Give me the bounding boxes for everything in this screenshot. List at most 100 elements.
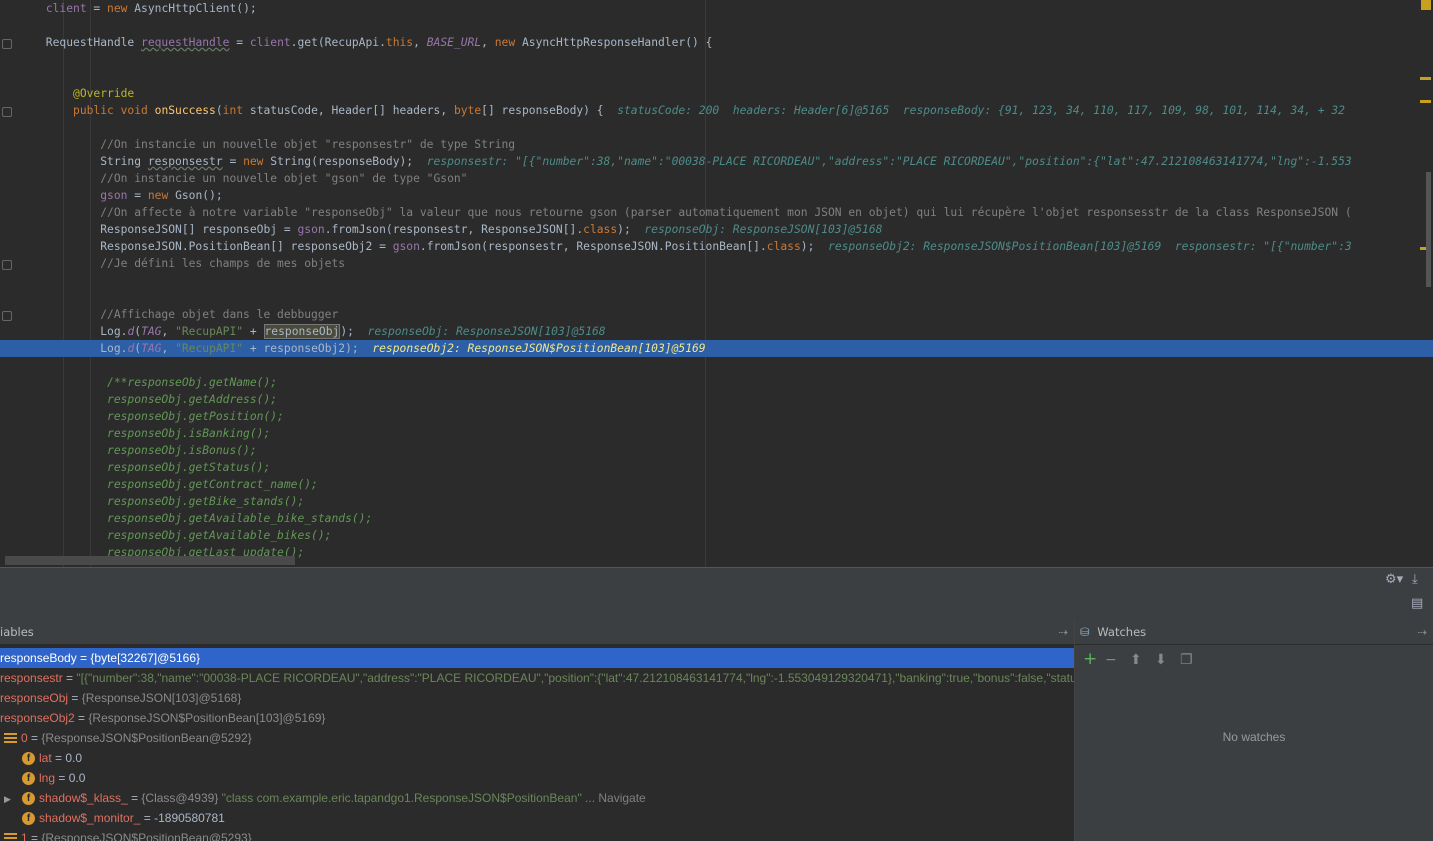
code-token: responseObj.getBike_stands(); <box>5 495 305 508</box>
code-line[interactable]: String responsestr = new String(response… <box>0 153 1433 170</box>
code-line[interactable]: responseObj.getAddress(); <box>0 391 1433 408</box>
code-token: , <box>481 36 495 49</box>
code-token: statusCode, Header[] headers, <box>249 104 454 117</box>
code-line[interactable]: //Affichage objet dans le debbugger <box>0 306 1433 323</box>
code-token: //On instancie un nouvelle objet "gson" … <box>5 172 468 185</box>
code-text: responseObj.isBanking(); <box>5 425 270 442</box>
code-line[interactable]: //On instancie un nouvelle objet "respon… <box>0 136 1433 153</box>
pin-icon[interactable]: ⇢ <box>1058 620 1068 644</box>
code-line[interactable]: ResponseJSON.PositionBean[] responseObj2… <box>0 238 1433 255</box>
variable-row[interactable]: 1 = {ResponseJSON$PositionBean@5293} <box>0 828 1074 841</box>
code-text: @Override <box>5 85 134 102</box>
variable-equals: = <box>55 771 69 785</box>
code-token: new <box>107 2 135 15</box>
code-line[interactable]: /**responseObj.getName(); <box>0 374 1433 391</box>
code-token: = <box>86 2 108 15</box>
code-token: ); <box>800 240 829 253</box>
code-editor[interactable]: client = new AsyncHttpClient(); RequestH… <box>0 0 1433 567</box>
fold-icon[interactable] <box>2 107 12 117</box>
code-token: + responseObj2); <box>243 342 373 355</box>
code-token: , <box>161 342 176 355</box>
code-token: AsyncHttpClient(); <box>134 2 257 15</box>
code-token: AsyncHttpResponseHandler() { <box>521 36 713 49</box>
code-text: public void onSuccess(int statusCode, He… <box>5 102 1345 119</box>
code-token: String(responseBody); <box>270 155 427 168</box>
code-line[interactable]: public void onSuccess(int statusCode, He… <box>0 102 1433 119</box>
inline-debug-value: statusCode: 200 headers: Header[6]@5165 … <box>617 104 1345 117</box>
code-token: new <box>243 155 271 168</box>
error-stripe-marker[interactable] <box>1420 77 1431 80</box>
move-up-icon[interactable]: ⬆ <box>1130 652 1142 668</box>
remove-watch-icon[interactable]: − <box>1105 652 1117 668</box>
code-line[interactable]: responseObj.getAvailable_bikes(); <box>0 527 1433 544</box>
code-token: gson <box>297 223 325 236</box>
code-line[interactable]: responseObj.getPosition(); <box>0 408 1433 425</box>
variable-row[interactable]: responseObj = {ResponseJSON[103]@5168} <box>0 688 1074 708</box>
hide-panel-icon[interactable]: ⤓ <box>1412 572 1418 587</box>
code-line[interactable]: responseObj.getStatus(); <box>0 459 1433 476</box>
fold-icon[interactable] <box>2 260 12 270</box>
code-token: = <box>229 36 250 49</box>
vertical-scrollbar[interactable] <box>1426 172 1431 287</box>
code-line[interactable]: @Override <box>0 85 1433 102</box>
code-line[interactable]: Log.d(TAG, "RecupAPI" + responseObj); re… <box>0 323 1433 340</box>
settings-gear-icon[interactable]: ⚙▾ <box>1385 572 1403 587</box>
fold-icon[interactable] <box>2 311 12 321</box>
error-stripe-marker[interactable] <box>1421 0 1431 10</box>
add-watch-icon[interactable]: + <box>1083 649 1097 669</box>
code-line[interactable]: //On instancie un nouvelle objet "gson" … <box>0 170 1433 187</box>
variable-row[interactable]: f shadow$_monitor_ = -1890580781 <box>0 808 1074 828</box>
variable-row[interactable]: f lat = 0.0 <box>0 748 1074 768</box>
code-line[interactable]: //On affecte à notre variable "responseO… <box>0 204 1433 221</box>
code-text: RequestHandle requestHandle = client.get… <box>5 34 713 51</box>
code-line[interactable]: responseObj.isBonus(); <box>0 442 1433 459</box>
code-token: "RecupAPI" <box>175 342 244 355</box>
code-token: //Affichage objet dans le debbugger <box>5 308 339 321</box>
variable-value: -1890580781 <box>154 811 225 825</box>
code-line[interactable]: responseObj.isBanking(); <box>0 425 1433 442</box>
code-line[interactable]: RequestHandle requestHandle = client.get… <box>0 34 1433 51</box>
variable-row[interactable]: responseBody = {byte[32267]@5166} <box>0 648 1074 668</box>
horizontal-scrollbar[interactable] <box>5 556 295 565</box>
restore-layout-icon[interactable]: ▤ <box>1411 596 1423 611</box>
code-text: //On instancie un nouvelle objet "gson" … <box>5 170 468 187</box>
code-token: gson <box>392 240 420 253</box>
watches-header: ⛁ Watches ⇢ <box>1075 620 1433 645</box>
code-line[interactable]: client = new AsyncHttpClient(); <box>0 0 1433 17</box>
variable-link[interactable]: ... Navigate <box>582 791 646 805</box>
code-token: responseObj.getContract_name(); <box>5 478 318 491</box>
field-icon: f <box>22 812 35 826</box>
code-line[interactable]: ResponseJSON[] responseObj = gson.fromJs… <box>0 221 1433 238</box>
variable-name: 0 <box>21 731 28 745</box>
code-line[interactable]: responseObj.getBike_stands(); <box>0 493 1433 510</box>
copy-icon[interactable]: ❐ <box>1180 652 1193 668</box>
code-text: responseObj.isBonus(); <box>5 442 257 459</box>
variable-row[interactable]: ▶ f shadow$_klass_ = {Class@4939} "class c… <box>0 788 1074 808</box>
code-line[interactable]: gson = new Gson(); <box>0 187 1433 204</box>
variable-row[interactable]: f lng = 0.0 <box>0 768 1074 788</box>
code-token: @Override <box>5 87 135 100</box>
code-token: responseObj.isBonus(); <box>5 444 257 457</box>
code-text: Log.d(TAG, "RecupAPI" + responseObj); re… <box>5 323 606 340</box>
fold-icon[interactable] <box>2 39 12 49</box>
variable-row[interactable]: responsestr = "[{"number":38,"name":"000… <box>0 668 1074 688</box>
code-line[interactable]: responseObj.getAvailable_bike_stands(); <box>0 510 1433 527</box>
variable-type: {ResponseJSON$PositionBean@5293} <box>41 831 252 841</box>
variables-panel: iables ⇢ responseBody = {byte[32267]@516… <box>0 620 1075 841</box>
inline-debug-value: responseObj: ResponseJSON[103]@5168 <box>367 325 606 338</box>
current-execution-line[interactable]: Log.d(TAG, "RecupAPI" + responseObj2); r… <box>0 340 1433 357</box>
code-text: gson = new Gson(); <box>5 187 222 204</box>
field-icon: f <box>22 752 35 766</box>
pin-icon[interactable]: ⇢ <box>1417 620 1427 644</box>
code-token: = <box>222 155 244 168</box>
code-line[interactable]: responseObj.getContract_name(); <box>0 476 1433 493</box>
code-text: /**responseObj.getName(); <box>5 374 277 391</box>
error-stripe-marker[interactable] <box>1420 100 1431 103</box>
code-token: .get(RecupApi. <box>290 36 386 49</box>
debug-toolbar: ⚙▾ ⤓ ▤ <box>0 567 1433 620</box>
expand-arrow-icon[interactable]: ▶ <box>4 789 16 808</box>
code-line[interactable]: //Je défini les champs de mes objets <box>0 255 1433 272</box>
variable-row[interactable]: 0 = {ResponseJSON$PositionBean@5292} <box>0 728 1074 748</box>
move-down-icon[interactable]: ⬇ <box>1155 652 1167 668</box>
variable-row[interactable]: responseObj2 = {ResponseJSON$PositionBea… <box>0 708 1074 728</box>
